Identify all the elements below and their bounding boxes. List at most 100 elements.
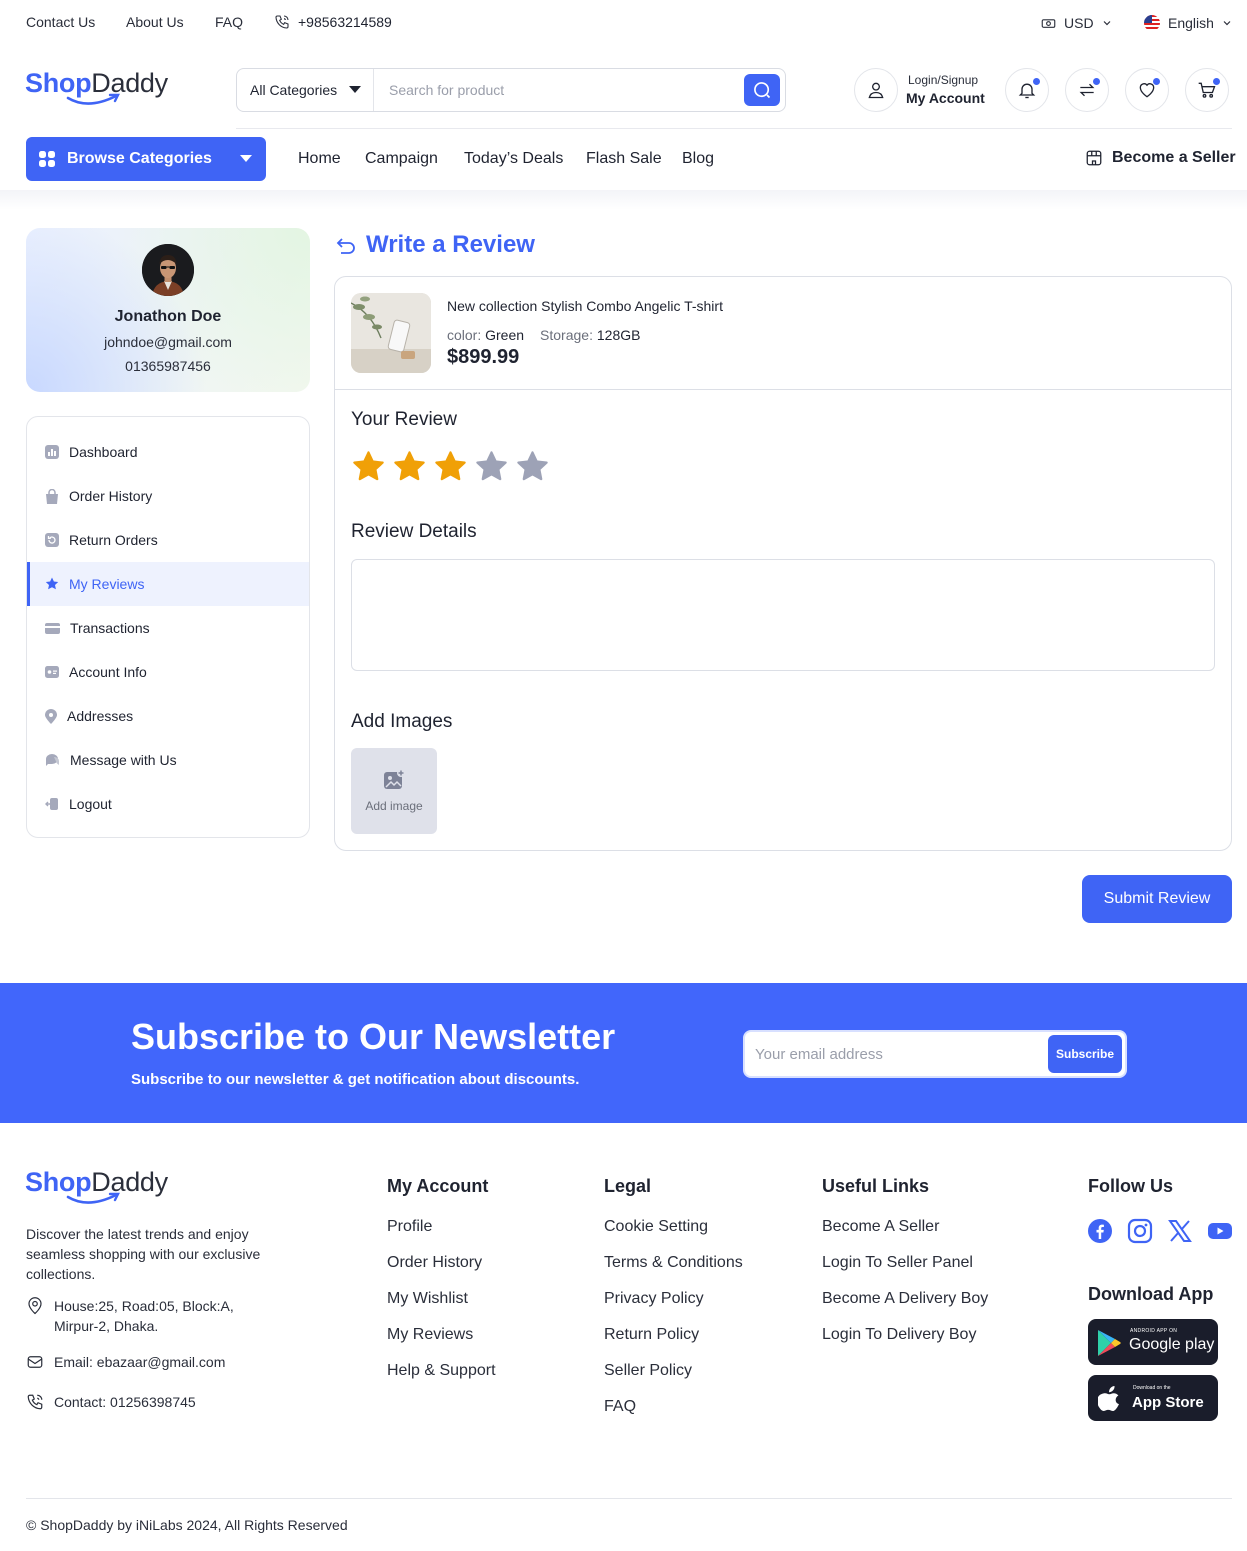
footer-heading-follow: Follow Us [1088,1176,1173,1196]
rating-star-2-icon[interactable] [392,450,427,484]
newsletter-email-input[interactable] [755,1032,1045,1076]
footer-link-delivery-login[interactable]: Login To Delivery Boy [822,1326,976,1344]
sidebar-item-return-orders[interactable]: Return Orders [27,518,309,562]
nav-campaign[interactable]: Campaign [365,150,438,168]
sidebar-item-message[interactable]: Message with Us [27,738,309,782]
profile-phone: 01365987456 [125,358,211,374]
footer-link-faq[interactable]: FAQ [604,1398,636,1416]
sidebar-item-addresses[interactable]: Addresses [27,694,309,738]
product-attributes: color: Green Storage: 128GB [447,327,640,343]
add-image-label: Add image [365,799,423,813]
rating-star-3-icon[interactable] [433,450,468,484]
footer-link-cookie-setting[interactable]: Cookie Setting [604,1218,708,1236]
caret-down-icon [240,155,252,162]
page-title: Write a Review [336,231,535,259]
footer-link-become-seller[interactable]: Become A Seller [822,1218,939,1236]
browse-categories-button[interactable]: Browse Categories [26,137,266,181]
faq-link[interactable]: FAQ [215,14,243,30]
category-select[interactable]: All Categories [237,69,374,111]
account-button[interactable] [854,68,898,112]
footer-heading-legal: Legal [604,1176,652,1196]
add-images-heading: Add Images [351,711,453,732]
footer-link-privacy[interactable]: Privacy Policy [604,1290,704,1308]
storage-value: 128GB [596,327,641,343]
footer-contact-text[interactable]: Contact: 01256398745 [54,1392,196,1412]
search-icon [754,82,771,99]
notifications-button[interactable] [1005,68,1049,112]
sidebar-item-logout[interactable]: Logout [27,782,309,826]
footer-description: Discover the latest trends and enjoy sea… [26,1226,261,1282]
youtube-icon[interactable] [1207,1218,1233,1244]
x-icon[interactable] [1167,1218,1193,1244]
phone-text: +98563214589 [298,14,392,30]
nav-blog[interactable]: Blog [682,150,714,168]
footer-link-seller-panel[interactable]: Login To Seller Panel [822,1254,973,1272]
review-card: New collection Stylish Combo Angelic T-s… [334,276,1232,851]
id-card-icon [45,666,59,678]
sidebar-item-my-reviews[interactable]: My Reviews [27,562,309,606]
facebook-icon[interactable] [1087,1218,1113,1244]
footer-link-terms[interactable]: Terms & Conditions [604,1254,743,1272]
compare-button[interactable] [1065,68,1109,112]
cart-button[interactable] [1185,68,1229,112]
search-button[interactable] [744,74,780,106]
footer-link-become-delivery[interactable]: Become A Delivery Boy [822,1290,988,1308]
instagram-icon[interactable] [1127,1218,1153,1244]
subscribe-button[interactable]: Subscribe [1048,1035,1122,1073]
contact-us-link[interactable]: Contact Us [26,14,95,30]
review-details-textarea[interactable] [351,559,1215,671]
google-play-small: ANDROID APP ON [1130,1328,1178,1334]
store-icon [1086,150,1102,166]
product-image[interactable] [351,293,431,373]
logo-swoosh-icon [66,1192,120,1204]
product-price: $899.99 [447,346,520,368]
footer-link-return-policy[interactable]: Return Policy [604,1326,699,1344]
currency-value: USD [1064,15,1094,31]
footer-link-seller-policy[interactable]: Seller Policy [604,1362,692,1380]
newsletter-title: Subscribe to Our Newsletter [131,1016,616,1057]
footer-link-order-history[interactable]: Order History [387,1254,482,1272]
nav-todays-deals[interactable]: Today’s Deals [464,150,563,168]
profile-card: Jonathon Doe johndoe@gmail.com 013659874… [26,228,310,392]
footer-address-text: House:25, Road:05, Block:A, Mirpur-2, Dh… [54,1298,234,1334]
sidebar-item-order-history[interactable]: Order History [27,474,309,518]
phone-number[interactable]: +98563214589 [274,14,392,30]
nav-flash-sale[interactable]: Flash Sale [586,150,662,168]
submit-review-button[interactable]: Submit Review [1082,875,1232,923]
sidebar-item-account-info[interactable]: Account Info [27,650,309,694]
sidebar-item-dashboard[interactable]: Dashboard [27,430,309,474]
search-input[interactable] [375,69,735,111]
login-signup-link[interactable]: Login/Signup [908,73,978,87]
footer-link-profile[interactable]: Profile [387,1218,432,1236]
your-review-heading: Your Review [351,409,457,430]
sidebar-item-transactions[interactable]: Transactions [27,606,309,650]
rating-star-1-icon[interactable] [351,450,386,484]
footer-link-help-support[interactable]: Help & Support [387,1362,496,1380]
app-store-button[interactable]: Download on the App Store [1088,1375,1218,1421]
product-name: New collection Stylish Combo Angelic T-s… [447,298,723,314]
nav-home[interactable]: Home [298,150,341,168]
about-us-link[interactable]: About Us [126,14,184,30]
add-image-button[interactable]: Add image [351,748,437,834]
card-divider [335,389,1231,390]
back-arrow-icon[interactable] [336,236,356,254]
rating-star-5-icon[interactable] [515,450,550,484]
footer-email-text[interactable]: Email: ebazaar@gmail.com [54,1352,225,1372]
currency-select[interactable]: USD [1041,15,1112,31]
logo-swoosh-icon [66,93,120,105]
notification-dot [1032,77,1041,86]
footer-link-wishlist[interactable]: My Wishlist [387,1290,468,1308]
rating-star-4-icon[interactable] [474,450,509,484]
become-seller-link[interactable]: Become a Seller [1085,149,1236,167]
google-play-button[interactable]: ANDROID APP ON Google play [1088,1319,1218,1365]
language-select[interactable]: English [1144,15,1232,31]
color-label: color: [447,327,482,343]
image-add-icon [384,769,405,789]
wishlist-button[interactable] [1125,68,1169,112]
my-account-link[interactable]: My Account [906,90,985,106]
color-value: Green [485,327,525,343]
return-icon [45,533,59,547]
avatar[interactable] [142,244,194,296]
cart-dot [1212,77,1221,86]
footer-link-my-reviews[interactable]: My Reviews [387,1326,473,1344]
